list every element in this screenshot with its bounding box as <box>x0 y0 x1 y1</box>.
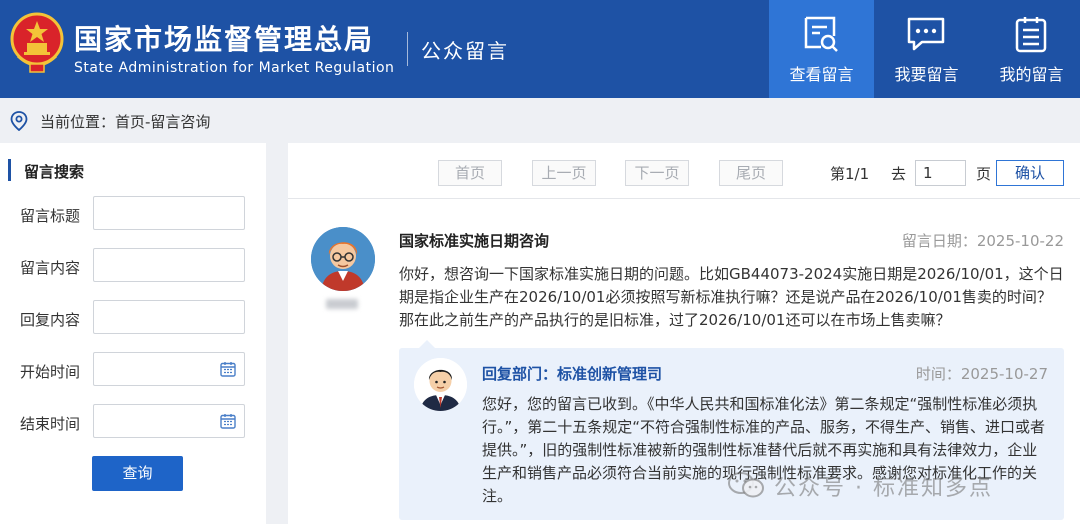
message-panel: 首页 上一页 下一页 尾页 第1/1 去 1 页 确认 国家标准实施日期咨询 留… <box>288 143 1080 524</box>
nav-label: 我的留言 <box>999 65 1064 84</box>
chat-bubble-icon <box>907 17 945 51</box>
calendar-icon[interactable] <box>220 413 236 429</box>
confirm-button[interactable]: 确认 <box>996 160 1064 186</box>
watermark-text: 公众号 · 标准知多点 <box>774 476 993 501</box>
prev-page-button[interactable]: 上一页 <box>532 160 596 186</box>
content-label: 留言内容 <box>20 259 81 277</box>
page-unit-label: 页 <box>976 165 992 183</box>
nav-label: 查看留言 <box>789 65 854 84</box>
start-date-label: 开始时间 <box>20 363 81 381</box>
search-heading: 留言搜索 <box>24 163 85 181</box>
nav-my-messages[interactable]: 我的留言 <box>979 0 1080 98</box>
user-avatar <box>311 227 375 291</box>
official-avatar <box>414 358 467 411</box>
goto-label: 去 <box>891 165 907 183</box>
reply-time: 时间：2025-10-27 <box>915 365 1048 383</box>
start-date-input[interactable] <box>93 352 245 386</box>
page-number-input[interactable]: 1 <box>915 160 966 186</box>
clipboard-list-icon <box>1015 17 1047 53</box>
site-header: 国家市场监督管理总局 State Administration for Mark… <box>0 0 1080 98</box>
end-date-label: 结束时间 <box>20 415 81 433</box>
title-label: 留言标题 <box>20 207 81 225</box>
search-panel: 留言搜索 留言标题 留言内容 回复内容 开始时间 结束时间 查询 <box>0 143 266 524</box>
reply-content-label: 回复内容 <box>20 311 81 329</box>
nav-view-messages[interactable]: 查看留言 <box>769 0 874 98</box>
end-date-input[interactable] <box>93 404 245 438</box>
message-date: 留言日期：2025-10-22 <box>901 232 1064 250</box>
title-input[interactable] <box>93 196 245 230</box>
national-emblem-icon <box>10 12 64 73</box>
next-page-button[interactable]: 下一页 <box>625 160 689 186</box>
heading-accent <box>8 159 11 181</box>
official-avatar-illustration <box>414 358 467 411</box>
wechat-icon <box>728 472 764 498</box>
calendar-icon[interactable] <box>220 361 236 377</box>
message-title: 国家标准实施日期咨询 <box>399 232 550 250</box>
nav-label: 我要留言 <box>894 65 959 84</box>
org-name-en: State Administration for Market Regulati… <box>74 60 395 76</box>
location-pin-icon <box>10 111 28 131</box>
content-input[interactable] <box>93 248 245 282</box>
last-page-button[interactable]: 尾页 <box>719 160 783 186</box>
message-body: 你好，想咨询一下国家标准实施日期的问题。比如GB44073-2024实施日期是2… <box>399 265 1064 329</box>
view-message-icon <box>804 16 838 52</box>
user-avatar-illustration <box>311 227 375 291</box>
reply-department: 回复部门：标准创新管理司 <box>482 365 663 383</box>
breadcrumb-text: 当前位置：首页-留言咨询 <box>40 113 211 131</box>
pagination: 首页 上一页 下一页 尾页 第1/1 去 1 页 确认 <box>288 143 1080 199</box>
first-page-button[interactable]: 首页 <box>438 160 502 186</box>
nav-post-message[interactable]: 我要留言 <box>874 0 979 98</box>
breadcrumb: 当前位置：首页-留言咨询 <box>0 98 1080 142</box>
org-name-cn: 国家市场监督管理总局 <box>74 23 375 56</box>
header-divider <box>407 32 408 66</box>
reply-content-input[interactable] <box>93 300 245 334</box>
section-title: 公众留言 <box>421 39 509 63</box>
search-button[interactable]: 查询 <box>92 456 183 491</box>
page-info: 第1/1 <box>830 165 870 183</box>
blurred-username <box>326 299 358 309</box>
